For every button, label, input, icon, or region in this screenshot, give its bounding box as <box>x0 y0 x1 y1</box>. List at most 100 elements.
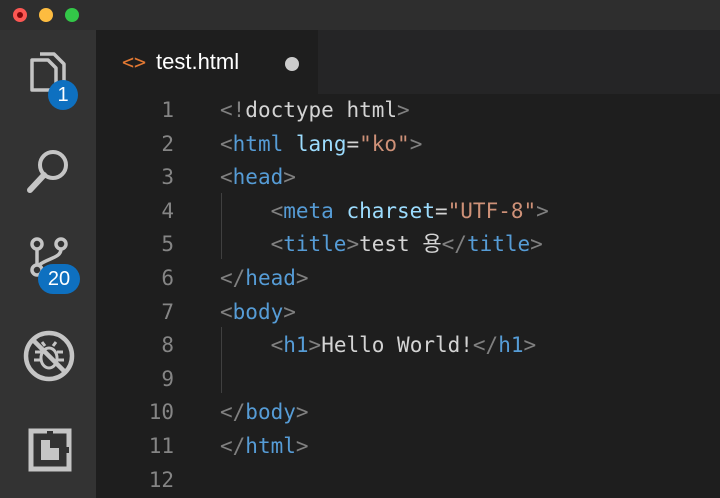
minimize-window-button[interactable] <box>39 8 53 22</box>
code-token-punct: <! <box>220 98 246 122</box>
code-text: <!doctype html> <box>220 94 410 127</box>
code-text: <h1>Hello World!</h1> <box>220 329 537 362</box>
activity-debug[interactable] <box>0 316 96 396</box>
code-line[interactable]: 6 </head> <box>96 262 720 295</box>
code-token-punct: > <box>397 98 410 122</box>
code-token-punct: > <box>295 434 309 458</box>
code-token-tag: h1 <box>283 333 309 358</box>
code-token-punct: </ <box>472 333 499 358</box>
line-number: 3 <box>161 165 174 190</box>
activity-bar: 1 20 <box>0 30 96 498</box>
code-token-punct: > <box>536 198 549 223</box>
search-icon <box>27 150 68 193</box>
html-file-icon: <> <box>122 50 147 74</box>
code-text: <title>test 용</title> <box>220 228 543 261</box>
activity-extensions[interactable] <box>0 406 96 486</box>
code-token-punct: < <box>220 131 233 156</box>
code-token-tag: title <box>466 232 531 257</box>
extensions-icon <box>28 428 72 472</box>
code-token-punct: > <box>283 165 296 190</box>
code-token-punct: </ <box>220 434 246 458</box>
code-line[interactable]: 9 <box>96 363 720 396</box>
code-text: <meta charset="UTF-8"> <box>220 195 549 228</box>
line-number: 1 <box>161 98 174 122</box>
code-editor[interactable]: 1 <!doctype html> 2 <html lang="ko"> 3 <head>… <box>96 94 720 498</box>
code-line[interactable]: 4 <meta charset="UTF-8"> <box>96 195 720 228</box>
code-token-text: doctype html <box>245 98 398 122</box>
tab-bar: <> test.html <box>96 30 720 94</box>
code-text: <html lang="ko"> <box>220 128 422 161</box>
code-token-tag: head <box>245 266 296 290</box>
code-token-tag: html <box>232 131 284 156</box>
code-token-tag: head <box>232 165 284 190</box>
code-token-punct: < <box>270 232 284 257</box>
code-line[interactable]: 2 <html lang="ko"> <box>96 128 720 161</box>
code-token-punct: > <box>308 333 322 358</box>
code-text: </head> <box>220 262 309 295</box>
code-token-punct: > <box>346 232 360 257</box>
code-token-punct: < <box>270 333 284 358</box>
code-text: </html> <box>220 430 309 463</box>
source-control-badge: 20 <box>38 264 80 294</box>
code-line[interactable]: 5 <title>test 용</title> <box>96 228 720 261</box>
code-token-punct: </ <box>220 266 246 290</box>
activity-search[interactable] <box>0 130 96 210</box>
code-text: <head> <box>220 161 296 194</box>
code-token-punct: </ <box>220 400 246 425</box>
code-line[interactable]: 11 </html> <box>96 430 720 463</box>
code-line[interactable]: 1 <!doctype html> <box>96 94 720 127</box>
code-token-punct: < <box>220 299 233 324</box>
unsaved-dot-icon[interactable] <box>285 57 299 71</box>
line-number: 5 <box>161 232 174 257</box>
code-token-tag: html <box>245 434 296 458</box>
code-line[interactable]: 8 <h1>Hello World!</h1> <box>96 329 720 362</box>
code-token-str: "UTF-8" <box>447 198 537 223</box>
code-token-punct: > <box>409 131 423 156</box>
code-token-text: Hello World! <box>321 333 473 358</box>
code-text: </body> <box>220 396 309 429</box>
code-line[interactable]: 3 <head> <box>96 161 720 194</box>
line-number: 2 <box>161 131 174 156</box>
code-token-punct: > <box>523 333 537 358</box>
code-token-punct: < <box>220 165 233 190</box>
code-token-tag: body <box>232 299 284 324</box>
line-number: 10 <box>148 400 174 425</box>
code-line[interactable]: 7 <body> <box>96 296 720 329</box>
editor-window: 1 20 <> test.html 1 <!doctype html> 2 <h… <box>0 0 720 498</box>
line-number: 11 <box>148 434 174 458</box>
code-text: <body> <box>220 296 296 329</box>
debug-icon <box>23 330 75 382</box>
tab-test-html[interactable]: <> test.html <box>96 30 318 94</box>
maximize-window-button[interactable] <box>65 8 79 22</box>
code-token-tag: meta <box>283 198 334 223</box>
code-token-text: test 용 <box>359 232 442 257</box>
line-number: 12 <box>148 467 174 492</box>
code-token-text: = <box>346 131 360 156</box>
code-line[interactable]: 12 <box>96 464 720 497</box>
tab-label: test.html <box>156 49 240 74</box>
code-token-tag: title <box>283 232 347 257</box>
code-token-punct: > <box>295 266 309 290</box>
line-number: 6 <box>161 266 174 290</box>
code-token-attr: charset <box>346 198 435 223</box>
title-bar <box>0 0 720 30</box>
code-token-text: = <box>434 198 448 223</box>
line-number: 8 <box>161 333 174 358</box>
code-token-punct: < <box>270 198 284 223</box>
close-window-button[interactable] <box>13 8 27 22</box>
line-number: 9 <box>161 366 174 391</box>
line-number: 4 <box>161 198 174 223</box>
line-number: 7 <box>161 299 174 324</box>
code-token-punct: </ <box>441 232 467 257</box>
code-line[interactable]: 10 </body> <box>96 396 720 429</box>
code-token-str: "ko" <box>359 131 410 156</box>
activity-source-control[interactable]: 20 <box>0 220 96 300</box>
activity-explorer[interactable]: 1 <box>0 40 96 120</box>
code-token-punct: > <box>295 400 309 425</box>
code-token-punct: > <box>530 232 543 257</box>
